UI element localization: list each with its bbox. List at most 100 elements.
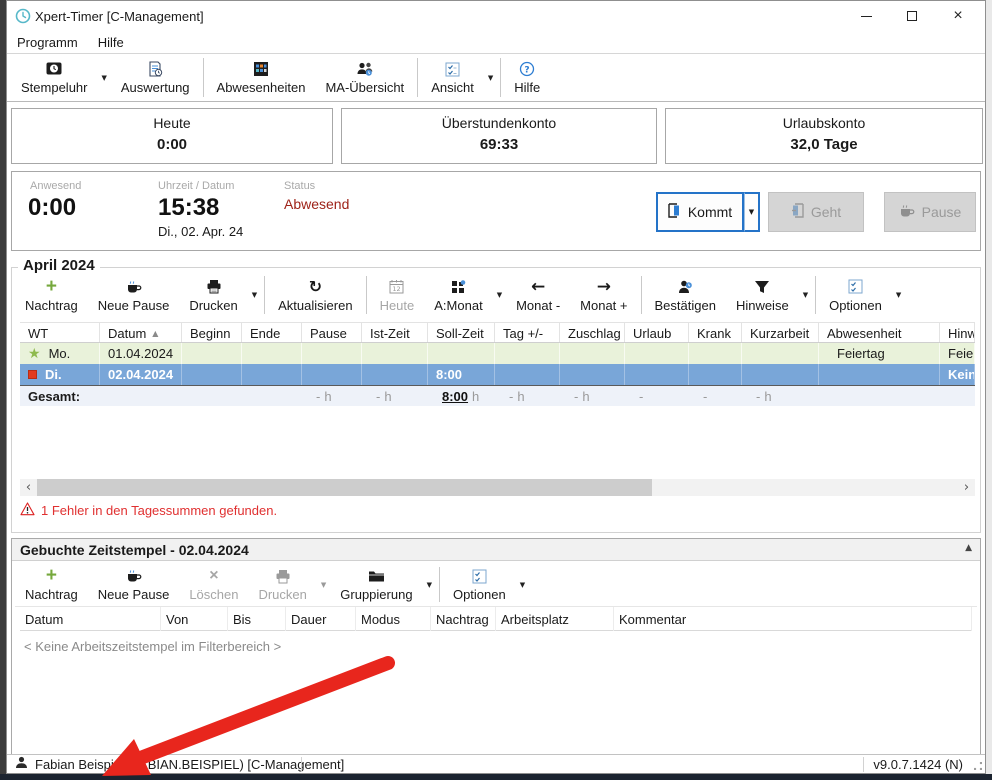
abwesenheiten-button[interactable]: Abwesenheiten <box>207 54 316 101</box>
scroll-right-icon[interactable]: › <box>958 479 975 496</box>
toolbar-separator <box>500 58 501 97</box>
toolbar-separator <box>417 58 418 97</box>
stop-icon <box>28 370 37 379</box>
calendar-today-icon: 12 <box>388 278 406 296</box>
col-datum[interactable]: Datum▲ <box>100 323 182 343</box>
col-wt[interactable]: WT <box>20 323 100 343</box>
star-icon: ★ <box>28 346 41 362</box>
heute-button[interactable]: 12 Heute <box>370 272 425 318</box>
col-modus[interactable]: Modus <box>356 607 431 631</box>
ansicht-dropdown[interactable]: ▼ <box>484 54 497 101</box>
stamps-optionen-dropdown[interactable]: ▼ <box>516 563 529 606</box>
delete-x-icon: × <box>205 567 223 585</box>
kommt-dropdown[interactable]: ▼ <box>744 192 760 232</box>
pause-button[interactable]: Pause <box>884 192 976 232</box>
close-button[interactable]: × <box>935 1 981 31</box>
hilfe-button[interactable]: ? Hilfe <box>504 54 550 101</box>
options-checkbox-icon <box>470 567 488 585</box>
menu-programm[interactable]: Programm <box>7 33 88 52</box>
col-hinweise[interactable]: Hinweise <box>940 323 975 343</box>
table-row-selected[interactable]: Di. 02.04.2024 8:00 Keine <box>20 364 975 385</box>
title-bar: Xpert-Timer [C-Management] × <box>7 1 985 31</box>
maximize-button[interactable] <box>889 1 935 31</box>
col-tag[interactable]: Tag +/- <box>495 323 560 343</box>
resize-grip[interactable] <box>974 762 982 770</box>
neue-pause-button[interactable]: Neue Pause <box>88 272 180 318</box>
col-urlaub[interactable]: Urlaub <box>625 323 689 343</box>
monat-minus-button[interactable]: ← Monat - <box>506 272 570 318</box>
ma-uebersicht-button[interactable]: MA-Übersicht <box>315 54 414 101</box>
col-bis[interactable]: Bis <box>228 607 286 631</box>
col-von[interactable]: Von <box>161 607 228 631</box>
urlaub-box-value: 32,0 Tage <box>666 136 982 153</box>
gruppierung-dropdown[interactable]: ▼ <box>423 563 436 606</box>
col-arbeitsplatz[interactable]: Arbeitsplatz <box>496 607 614 631</box>
col-krank[interactable]: Krank <box>689 323 742 343</box>
error-message: 1 Fehler in den Tagessummen gefunden. <box>20 502 277 519</box>
heute-box: Heute 0:00 <box>11 108 333 164</box>
stamps-drucken-dropdown[interactable]: ▼ <box>317 563 330 606</box>
scroll-left-icon[interactable]: ‹ <box>20 479 37 496</box>
hinweise-button[interactable]: Hinweise <box>726 272 799 318</box>
geht-button[interactable]: Geht <box>768 192 864 232</box>
stempeluhr-dropdown[interactable]: ▼ <box>97 54 110 101</box>
optionen-dropdown[interactable]: ▼ <box>892 272 905 318</box>
stempeluhr-button[interactable]: Stempeluhr <box>11 54 97 101</box>
ansicht-button[interactable]: Ansicht <box>421 54 484 101</box>
user-icon <box>15 756 28 772</box>
door-out-icon <box>791 203 804 221</box>
timesheet-table: WT Datum▲ Beginn Ende Pause Ist-Zeit Sol… <box>20 322 975 406</box>
timesheet-header: WT Datum▲ Beginn Ende Pause Ist-Zeit Sol… <box>20 322 975 343</box>
window-title: Xpert-Timer [C-Management] <box>35 9 204 24</box>
col-beginn[interactable]: Beginn <box>182 323 242 343</box>
col-zuschlag[interactable]: Zuschlag <box>560 323 625 343</box>
statusbar-user: Fabian Beispiel (FABIAN.BEISPIEL) [C-Man… <box>7 756 344 772</box>
table-row[interactable]: ★Mo. 01.04.2024 Feiertag Feiertag <box>20 343 975 364</box>
options-checkbox-icon <box>846 278 864 296</box>
col-pause[interactable]: Pause <box>302 323 362 343</box>
toolbar-separator <box>366 276 367 314</box>
heute-box-value: 0:00 <box>12 136 332 153</box>
taskbar-edge <box>0 774 992 780</box>
collapse-icon[interactable]: ▲ <box>965 543 972 553</box>
minimize-button[interactable] <box>843 1 889 31</box>
col-abwesenheit[interactable]: Abwesenheit <box>819 323 940 343</box>
aktualisieren-button[interactable]: ↻ Aktualisieren <box>268 272 362 318</box>
menu-hilfe[interactable]: Hilfe <box>88 33 134 52</box>
col-ende[interactable]: Ende <box>242 323 302 343</box>
col-nachtrag[interactable]: Nachtrag <box>431 607 496 631</box>
coffee-cup-icon <box>125 278 143 296</box>
col-kommentar[interactable]: Kommentar <box>614 607 972 631</box>
a-monat-dropdown[interactable]: ▼ <box>493 272 506 318</box>
toolbar-separator <box>815 276 816 314</box>
horizontal-scrollbar[interactable]: ‹ › <box>20 479 975 496</box>
gruppierung-button[interactable]: Gruppierung <box>330 563 422 606</box>
col-dauer[interactable]: Dauer <box>286 607 356 631</box>
filter-funnel-icon <box>753 278 771 296</box>
optionen-button[interactable]: Optionen <box>819 272 892 318</box>
col-datum[interactable]: Datum <box>20 607 161 631</box>
drucken-dropdown[interactable]: ▼ <box>248 272 261 318</box>
col-soll-zeit[interactable]: Soll-Zeit <box>428 323 495 343</box>
loeschen-button[interactable]: × Löschen <box>179 563 248 606</box>
drucken-button[interactable]: Drucken <box>179 272 247 318</box>
stamps-nachtrag-button[interactable]: + Nachtrag <box>15 563 88 606</box>
main-toolbar: Stempeluhr ▼ Auswertung Abwesenheiten MA… <box>7 53 985 102</box>
a-monat-button[interactable]: A:Monat <box>424 272 492 318</box>
month-toolbar: + Nachtrag Neue Pause Drucken ▼ ↻ Aktual… <box>15 272 977 318</box>
stamps-drucken-button[interactable]: Drucken <box>248 563 316 606</box>
bestaetigen-button[interactable]: Bestätigen <box>645 272 726 318</box>
col-kurzarbeit[interactable]: Kurzarbeit <box>742 323 819 343</box>
scrollbar-thumb[interactable] <box>37 479 652 496</box>
door-in-icon <box>668 203 681 221</box>
status-label: Status <box>284 180 315 192</box>
stamps-header: Gebuchte Zeitstempel - 02.04.2024 ▲ <box>12 539 980 561</box>
col-ist-zeit[interactable]: Ist-Zeit <box>362 323 428 343</box>
auswertung-button[interactable]: Auswertung <box>111 54 200 101</box>
stamps-optionen-button[interactable]: Optionen <box>443 563 516 606</box>
monat-plus-button[interactable]: → Monat + <box>570 272 637 318</box>
nachtrag-button[interactable]: + Nachtrag <box>15 272 88 318</box>
stamps-neue-pause-button[interactable]: Neue Pause <box>88 563 180 606</box>
hinweise-dropdown[interactable]: ▼ <box>799 272 812 318</box>
kommt-button[interactable]: Kommt <box>656 192 744 232</box>
